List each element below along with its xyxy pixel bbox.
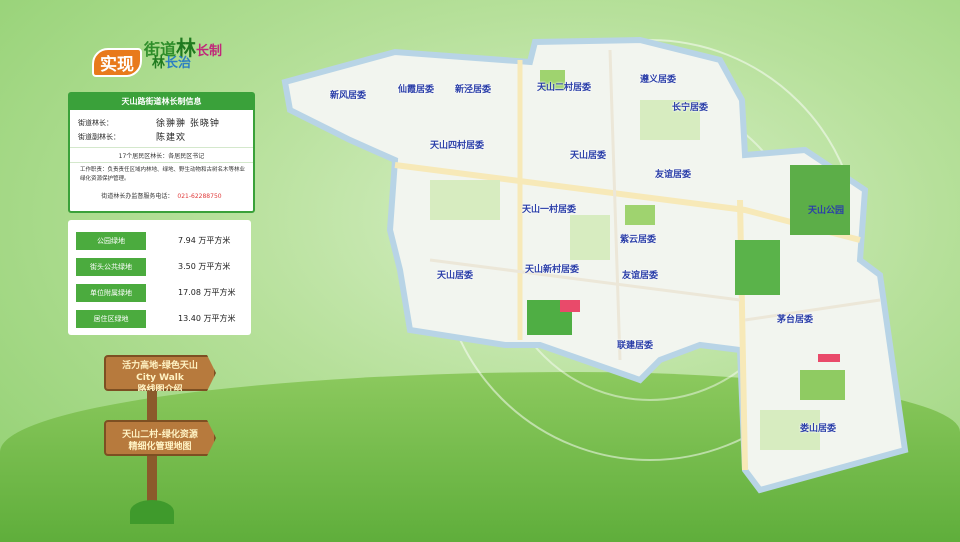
green-patch [800, 370, 845, 400]
district-label[interactable]: 遵义居委 [640, 72, 676, 85]
green-patch [430, 180, 500, 220]
poi-marker [560, 300, 580, 312]
poi-marker [818, 354, 840, 362]
green-patch [735, 240, 780, 295]
district-label[interactable]: 联建居委 [617, 338, 653, 351]
district-label[interactable]: 天山居委 [437, 268, 473, 281]
district-label[interactable]: 仙霞居委 [398, 82, 434, 95]
tianshan-park-label[interactable]: 天山公园 [808, 203, 844, 216]
district-label[interactable]: 天山四村居委 [430, 138, 484, 151]
district-label[interactable]: 长宁居委 [672, 100, 708, 113]
green-patch [570, 215, 610, 260]
green-patch [625, 205, 655, 225]
district-label[interactable]: 友谊居委 [655, 167, 691, 180]
district-label[interactable]: 新泾居委 [455, 82, 491, 95]
district-label[interactable]: 新风居委 [330, 88, 366, 101]
district-label[interactable]: 娄山居委 [800, 421, 836, 434]
district-label[interactable]: 茅台居委 [777, 312, 813, 325]
district-label[interactable]: 天山一村居委 [522, 202, 576, 215]
district-label[interactable]: 天山新村居委 [525, 262, 579, 275]
tianshan-park-area [790, 165, 850, 235]
district-label[interactable]: 友谊居委 [622, 268, 658, 281]
district-label[interactable]: 天山居委 [570, 148, 606, 161]
district-label[interactable]: 天山二村居委 [537, 80, 591, 93]
district-label[interactable]: 紫云居委 [620, 232, 656, 245]
